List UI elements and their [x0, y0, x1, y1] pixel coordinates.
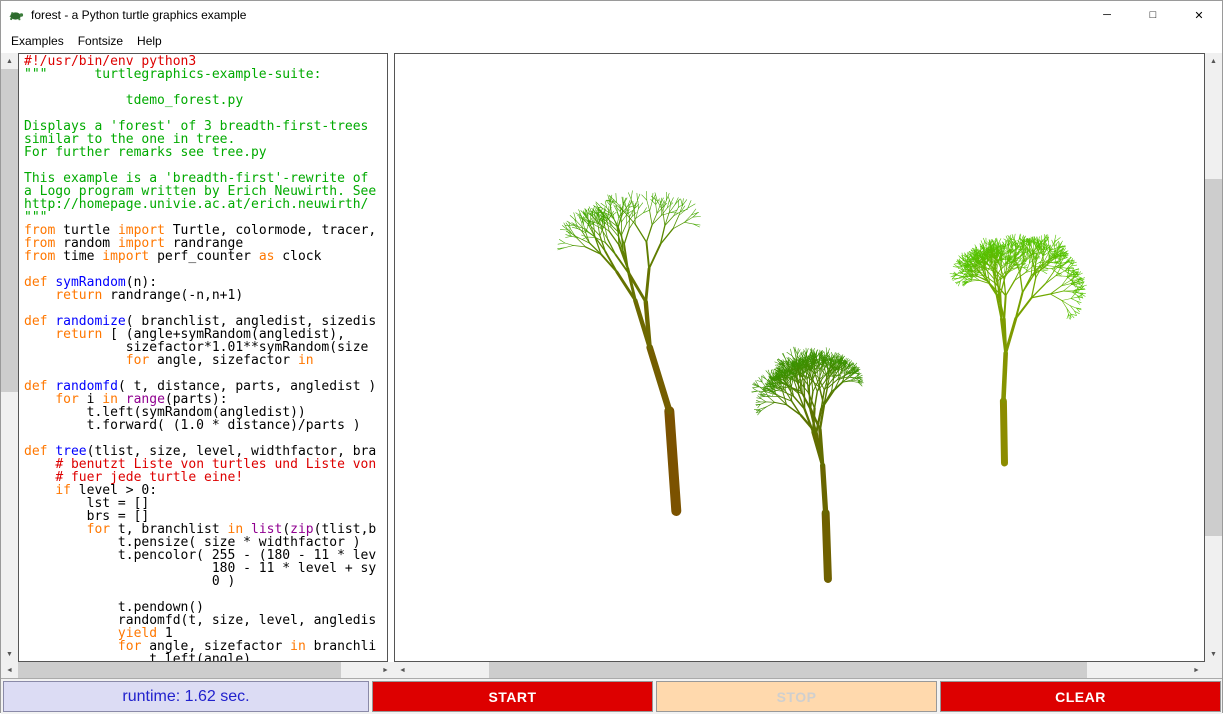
stop-button[interactable]: STOP [656, 681, 937, 712]
scrollbar-corner [1205, 662, 1222, 678]
scroll-up-icon[interactable]: ▲ [1, 53, 18, 69]
maximize-button[interactable]: □ [1130, 1, 1176, 29]
code-text[interactable]: #!/usr/bin/env python3""" turtlegraphics… [18, 53, 388, 662]
code-vertical-scrollbar[interactable]: ▲ ▼ [1, 53, 18, 662]
code-line: t.left(angle) [24, 653, 387, 662]
clear-button[interactable]: CLEAR [940, 681, 1221, 712]
minimize-button[interactable]: ─ [1084, 1, 1130, 29]
code-hscroll-track[interactable] [18, 662, 377, 678]
main-area: ▲ ▼ #!/usr/bin/env python3""" turtlegrap… [1, 53, 1222, 678]
menu-item-fontsize[interactable]: Fontsize [71, 31, 130, 51]
close-button[interactable]: ✕ [1176, 1, 1222, 29]
menu-item-help[interactable]: Help [130, 31, 169, 51]
canvas-vscroll-track[interactable] [1205, 69, 1222, 646]
canvas-pane: ▲ ▼ ◄ ► [394, 53, 1222, 678]
window-titlebar: forest - a Python turtle graphics exampl… [1, 1, 1222, 29]
code-line: """ turtlegraphics-example-suite: [24, 68, 387, 81]
turtle-canvas[interactable] [394, 53, 1205, 662]
runtime-label: runtime: 1.62 sec. [3, 681, 369, 712]
scroll-up-icon[interactable]: ▲ [1205, 53, 1222, 69]
canvas-hscroll-thumb[interactable] [489, 662, 1087, 678]
app-icon [8, 7, 24, 23]
code-line: http://homepage.univie.ac.at/erich.neuwi… [24, 198, 387, 211]
scroll-right-icon[interactable]: ► [377, 662, 394, 678]
forest-drawing [395, 54, 1204, 661]
canvas-hscroll-track[interactable] [411, 662, 1188, 678]
menu-item-examples[interactable]: Examples [4, 31, 71, 51]
code-pane: ▲ ▼ #!/usr/bin/env python3""" turtlegrap… [1, 53, 394, 678]
code-line: for angle, sizefactor in [24, 354, 387, 367]
scroll-left-icon[interactable]: ◄ [1, 662, 18, 678]
code-line: from time import perf_counter as clock [24, 250, 387, 263]
menubar: Examples Fontsize Help [1, 29, 1222, 53]
statusbar: runtime: 1.62 sec. START STOP CLEAR [1, 678, 1222, 714]
code-vscroll-track[interactable] [1, 69, 18, 646]
app-window: forest - a Python turtle graphics exampl… [0, 0, 1223, 713]
scroll-right-icon[interactable]: ► [1188, 662, 1205, 678]
canvas-vertical-scrollbar[interactable]: ▲ ▼ [1205, 53, 1222, 662]
code-line: return randrange(-n,n+1) [24, 289, 387, 302]
code-line: tdemo_forest.py [24, 94, 387, 107]
start-button[interactable]: START [372, 681, 653, 712]
scroll-down-icon[interactable]: ▼ [1205, 646, 1222, 662]
code-line: t.forward( (1.0 * distance)/parts ) [24, 419, 387, 432]
code-vscroll-thumb[interactable] [1, 69, 18, 392]
window-controls: ─ □ ✕ [1084, 1, 1222, 29]
canvas-horizontal-scrollbar[interactable]: ◄ ► [394, 662, 1205, 678]
code-hscroll-thumb[interactable] [18, 662, 341, 678]
code-line: For further remarks see tree.py [24, 146, 387, 159]
code-line: 0 ) [24, 575, 387, 588]
window-title: forest - a Python turtle graphics exampl… [31, 8, 1084, 22]
code-horizontal-scrollbar[interactable]: ◄ ► [1, 662, 394, 678]
scroll-left-icon[interactable]: ◄ [394, 662, 411, 678]
scroll-down-icon[interactable]: ▼ [1, 646, 18, 662]
canvas-vscroll-thumb[interactable] [1205, 179, 1222, 537]
